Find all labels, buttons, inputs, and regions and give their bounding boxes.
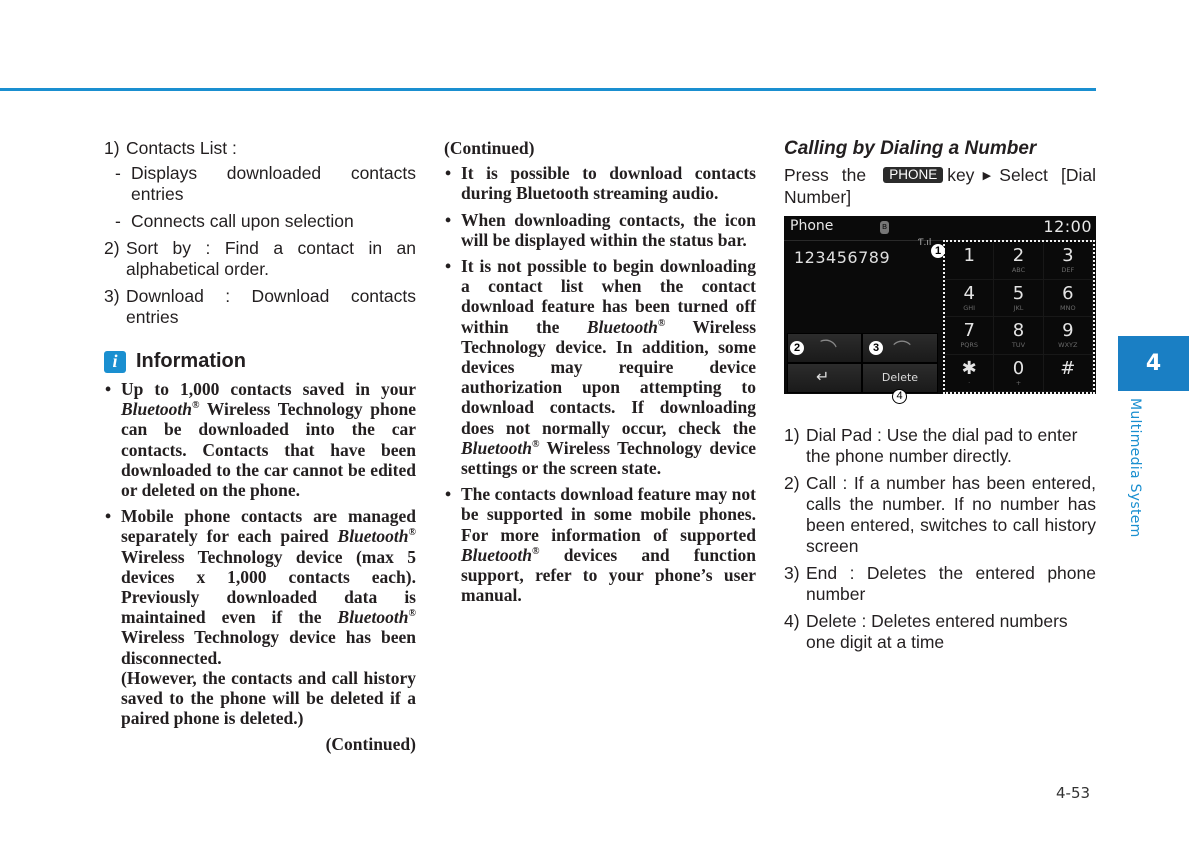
chapter-title: Multimedia System	[1127, 398, 1143, 538]
continued-label: (Continued)	[444, 138, 535, 158]
list-item: 4) Delete : Deletes entered numbers one …	[784, 611, 1068, 652]
column-2: (Continued) • It is possible to download…	[444, 138, 756, 611]
dial-key-7[interactable]: 7 PQRS	[945, 317, 995, 355]
info-bullet: • The contacts download feature may not …	[445, 484, 756, 606]
call-icon: ⌒	[814, 336, 839, 363]
section-title: Calling by Dialing a Number	[784, 138, 1037, 159]
dial-key-8[interactable]: 8 TUV	[994, 317, 1044, 355]
list-item: 3) End : Deletes the entered phone numbe…	[784, 563, 1096, 604]
info-bullet: • Mobile phone contacts are managed sepa…	[105, 506, 416, 729]
signal-icon: Ƭ.ıl	[918, 238, 932, 248]
page-number: 4-53	[1056, 784, 1091, 802]
dial-key-2[interactable]: 2 ABC	[994, 242, 1044, 280]
sub-list-item: - Connects call upon selection	[115, 211, 354, 231]
dial-key-3[interactable]: 3 DEF	[1043, 242, 1093, 280]
header-rule	[0, 88, 1096, 91]
dial-key-star[interactable]: ✱ ·	[945, 354, 995, 392]
column-3-list: 1) Dial Pad : Use the dial pad to enter …	[784, 425, 1096, 659]
back-arrow-icon: ↵	[816, 367, 830, 386]
callout-1: 1	[931, 244, 945, 258]
dial-key-5[interactable]: 5 JKL	[994, 279, 1044, 317]
dial-key-hash[interactable]: #	[1043, 354, 1093, 392]
end-call-icon: ⌒	[893, 340, 911, 361]
information-heading: i Information	[104, 350, 416, 373]
dial-key-4[interactable]: 4 GHI	[945, 279, 995, 317]
info-bullet: • When downloading contacts, the icon wi…	[445, 209, 756, 250]
bluetooth-icon: ʙ	[880, 221, 889, 234]
info-icon: i	[104, 350, 126, 373]
dial-key-1[interactable]: 1	[945, 242, 995, 280]
info-bullet: • It is not possible to begin downloadin…	[445, 256, 757, 479]
list-item: 2) Call : If a number has been entered, …	[784, 473, 1096, 556]
screen-title: Phone	[790, 218, 834, 234]
phone-key-badge: PHONE	[883, 167, 944, 183]
phone-screen: Phone ʙ 12:00 123456789 Ƭ.ıl ⌒ ⌒ ↵ Delet…	[784, 216, 1096, 394]
back-button[interactable]: ↵	[787, 363, 862, 393]
continued-label: (Continued)	[325, 734, 416, 755]
column-3: Calling by Dialing a Number Press the PH…	[784, 138, 1096, 208]
dial-key-6[interactable]: 6 MNO	[1043, 279, 1093, 317]
callout-4: 4	[892, 389, 907, 404]
arrow-right-icon: ▶	[974, 170, 1000, 182]
sub-list-item: - Displays downloaded contacts entries	[115, 163, 416, 204]
dialed-number: 123456789	[794, 248, 891, 267]
dial-key-9[interactable]: 9 WXYZ	[1043, 317, 1093, 355]
callout-3: 3	[869, 341, 883, 355]
list-item: 1) Contacts List :	[104, 138, 237, 158]
chapter-tab: 4	[1118, 336, 1189, 391]
callout-2: 2	[790, 341, 804, 355]
clock: 12:00	[1043, 217, 1092, 236]
list-item: 2) Sort by : Find a contact in an alphab…	[104, 238, 416, 279]
list-item: 1) Dial Pad : Use the dial pad to enter …	[784, 425, 1078, 466]
dial-pad: 1 2 ABC 3 DEF 4 GHI 5 JKL 6 MNO 7 PQRS 8 TUV 9W…	[943, 240, 1095, 394]
dial-key-0[interactable]: 0 +	[994, 354, 1044, 392]
list-item: 3) Download : Download contacts entries	[104, 286, 416, 327]
column-1: 1) Contacts List : - Displays downloaded…	[104, 138, 416, 755]
info-bullet: • Up to 1,000 contacts saved in your Blu…	[105, 379, 416, 501]
information-title: Information	[136, 350, 246, 372]
info-bullet: • It is possible to download contacts du…	[445, 163, 756, 204]
instruction: Press the PHONE key▶Select [Dial Number]	[784, 165, 1096, 207]
info-note: (However, the contacts and call history …	[121, 667, 416, 729]
